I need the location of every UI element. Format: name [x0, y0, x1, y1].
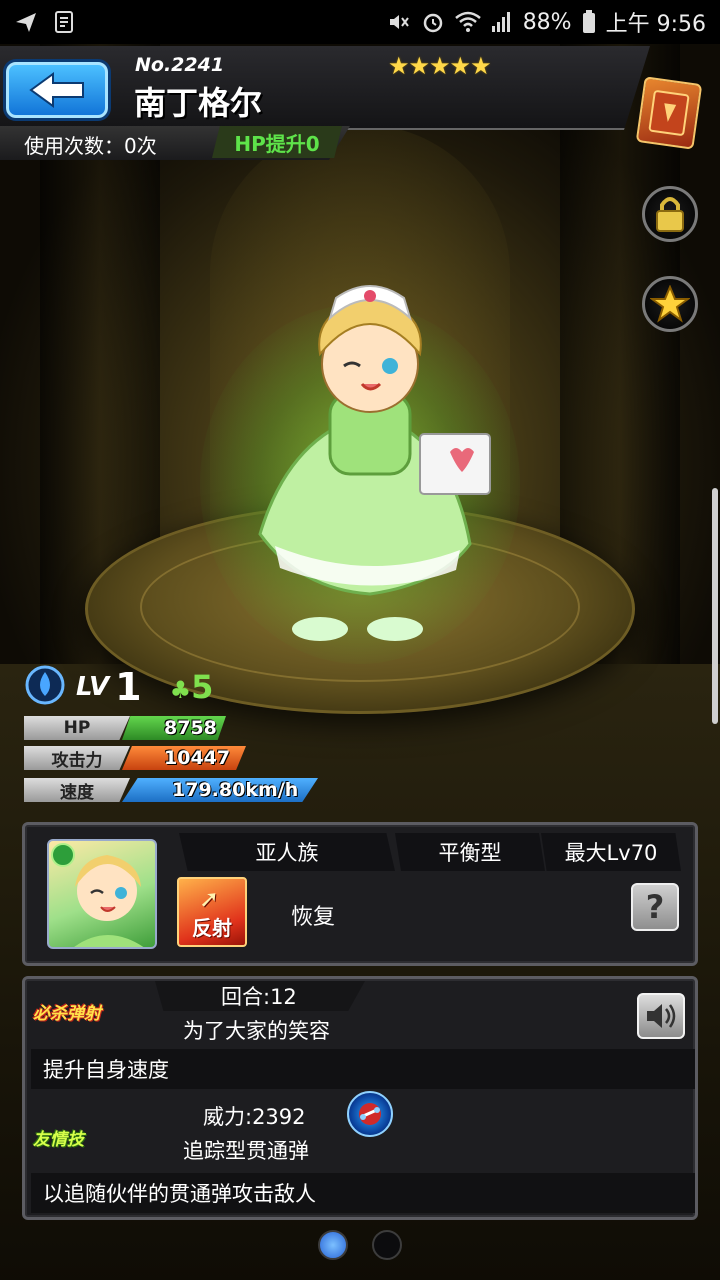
water-element-icon	[24, 664, 66, 710]
type-label: 平衡型	[395, 833, 545, 871]
back-arrow-icon	[29, 72, 84, 108]
strike-shot-turns: 回合:12	[221, 985, 297, 1009]
max-level-label: 最大Lv70	[541, 833, 681, 871]
strike-shot-name: 为了大家的笑容	[183, 1019, 330, 1043]
attack-value: 10447	[122, 746, 246, 770]
friendship-name: 追踪型贯通弹	[183, 1139, 309, 1163]
monster-book-button[interactable]	[635, 76, 703, 150]
help-button[interactable]: ?	[631, 883, 679, 931]
battery-icon	[582, 10, 596, 34]
signal-icon	[491, 11, 513, 33]
monster-portrait[interactable]	[47, 839, 157, 949]
clock: 上午 9:56	[605, 12, 706, 37]
mute-icon	[387, 10, 411, 34]
speed-stat: 速度 179.80km/h	[24, 778, 318, 802]
bounce-type-badge: ➚ 反射	[177, 877, 247, 947]
hp-label: HP	[24, 716, 130, 740]
star-icon	[650, 285, 690, 323]
monster-number: No.2241	[135, 54, 225, 76]
friendship-shot-icon	[347, 1091, 393, 1137]
reflect-arrow-icon: ➚	[199, 885, 220, 913]
wifi-icon	[454, 11, 481, 33]
level-row: LV 1 ♣5	[24, 664, 213, 710]
page-dot-1[interactable]	[318, 1230, 348, 1260]
info-panel: 亚人族 平衡型 最大Lv70 ➚ 反射 恢复 ?	[22, 822, 698, 966]
skills-panel: 必杀弹射 回合:12 为了大家的笑容 提升自身速度 友情技 威力:2392 追踪…	[22, 976, 698, 1220]
friendship-description: 以追随伙伴的贯通弹攻击敌人	[31, 1173, 695, 1213]
scrollbar[interactable]	[712, 488, 718, 724]
alarm-icon	[421, 10, 445, 34]
rarity-stars: ★★★★★	[388, 52, 492, 80]
monster-book-icon	[648, 90, 690, 136]
strike-shot-description: 提升自身速度	[31, 1049, 695, 1089]
speed-value: 179.80km/h	[122, 778, 318, 802]
friendship-tag: 友情技	[33, 1130, 84, 1150]
level-value: 1	[115, 665, 142, 709]
ability-label: 恢复	[291, 905, 336, 930]
luck-number: 5	[191, 668, 214, 706]
hp-stat: HP 8758	[24, 716, 226, 740]
battery-percent: 88%	[522, 9, 572, 35]
status-bar: 88% 上午 9:56	[0, 0, 720, 44]
strike-shot-tag: 必杀弹射	[33, 1004, 101, 1024]
lock-icon	[656, 197, 684, 232]
lock-button[interactable]	[642, 186, 698, 242]
data-saver-icon	[54, 10, 76, 34]
speed-label: 速度	[24, 778, 130, 802]
voice-button[interactable]	[637, 993, 685, 1039]
level-label: LV	[76, 672, 110, 702]
friendship-power: 威力:2392	[203, 1105, 306, 1129]
luck-value: ♣5	[170, 668, 214, 706]
clover-icon: ♣	[169, 676, 192, 704]
usage-count: 使用次数：0次	[24, 134, 157, 158]
speaker-icon	[647, 1004, 676, 1028]
bounce-type-label: 反射	[192, 916, 232, 940]
hp-boost-label: HP提升0	[212, 126, 342, 158]
favorite-button[interactable]	[642, 276, 698, 332]
attack-stat: 攻击力 10447	[24, 746, 246, 770]
race-label: 亚人族	[179, 833, 395, 871]
send-icon	[14, 10, 38, 34]
monster-name: 南丁格尔	[134, 84, 263, 122]
back-button[interactable]	[6, 62, 108, 118]
attack-label: 攻击力	[24, 746, 130, 770]
monster-artwork[interactable]	[220, 284, 540, 644]
page-dot-2[interactable]	[372, 1230, 402, 1260]
hp-value: 8758	[122, 716, 226, 740]
